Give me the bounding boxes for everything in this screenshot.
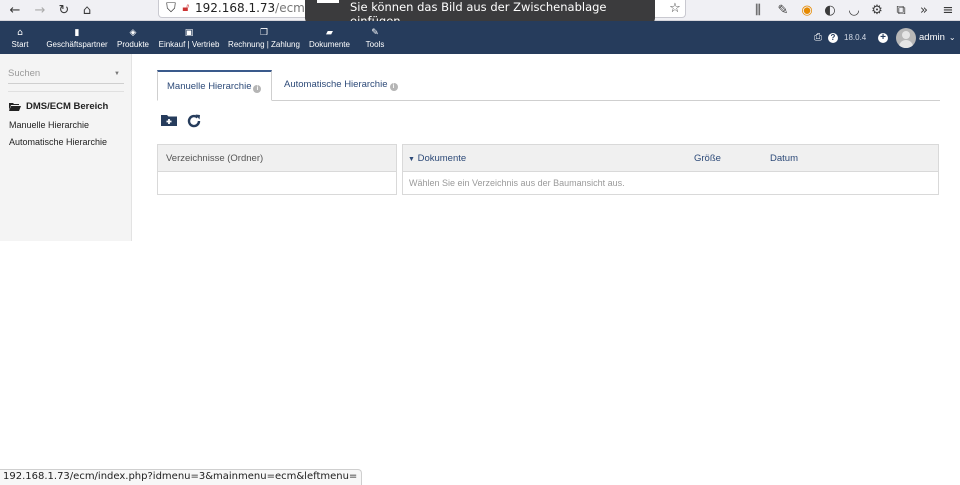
nav-label: Tools — [365, 40, 385, 49]
caret-down-icon: ▼ — [408, 156, 415, 163]
toast-mark — [317, 0, 339, 3]
nav-tools[interactable]: ✎ Tools — [365, 21, 385, 54]
print-icon[interactable]: ⎙ — [814, 21, 822, 54]
sidebar-section-label: DMS/ECM Bereich — [26, 101, 109, 112]
forward-icon[interactable]: → — [32, 2, 48, 18]
settings-gear-icon[interactable]: ⚙ — [869, 2, 885, 18]
link-status-bar: 192.168.1.73/ecm/index.php?idmenu=3&main… — [0, 469, 363, 485]
insecure-lock-icon: 🔓︎ — [182, 1, 190, 14]
wrench-icon: ✎ — [371, 28, 379, 38]
nav-einkauf-vertrieb[interactable]: ▣ Einkauf | Vertrieb — [157, 21, 221, 54]
help-icon[interactable]: ? — [828, 21, 838, 54]
caret-down-icon: ▼ — [114, 71, 120, 77]
overflow-chevrons-icon[interactable]: » — [916, 2, 932, 18]
avatar — [896, 27, 916, 48]
extensions-puzzle-icon[interactable]: ⧉ — [893, 2, 909, 18]
extension-badge-icon[interactable]: ◉ — [799, 2, 815, 18]
tab-label: Automatische Hierarchie — [284, 79, 388, 90]
reload-icon[interactable]: ↻ — [56, 2, 72, 18]
pocket-icon[interactable]: ◡ — [846, 2, 862, 18]
home-browser-icon[interactable]: ⌂ — [79, 2, 95, 18]
building-icon: ▮ — [74, 28, 80, 38]
divider — [8, 91, 124, 92]
nav-rechnung-zahlung[interactable]: ❐ Rechnung | Zahlung — [227, 21, 301, 54]
shield-icon: ⛉ — [166, 0, 176, 16]
ghostery-icon[interactable]: ◐ — [822, 2, 838, 18]
nav-start[interactable]: ⌂ Start — [9, 21, 31, 54]
info-icon: i — [253, 85, 262, 93]
documents-panel: ▼ Dokumente Größe Datum Wählen Sie ein V… — [402, 144, 939, 195]
user-name: admin — [919, 32, 945, 43]
info-icon: i — [389, 83, 398, 91]
menu-hamburger-icon[interactable]: ≡ — [940, 2, 956, 18]
home-icon: ⌂ — [17, 28, 23, 38]
bills-icon: ❐ — [259, 28, 269, 38]
sort-header-datum[interactable]: Datum — [770, 145, 798, 172]
user-menu[interactable]: admin ⌄ — [896, 21, 956, 54]
directory-panel-header: Verzeichnisse (Ordner) — [158, 145, 396, 172]
add-folder-button[interactable] — [161, 113, 177, 129]
refresh-button[interactable] — [186, 113, 202, 129]
nav-geschaeftspartner[interactable]: ▮ Geschäftspartner — [45, 21, 109, 54]
nav-label: Dokumente — [309, 40, 350, 49]
refresh-icon — [187, 114, 201, 128]
nav-label: Einkauf | Vertrieb — [158, 40, 220, 49]
documents-table-header: ▼ Dokumente Größe Datum — [403, 145, 938, 172]
cube-icon: ◈ — [129, 28, 137, 38]
sort-header-dokumente[interactable]: ▼ Dokumente — [408, 145, 466, 173]
sidebar-section-title: DMS/ECM Bereich — [9, 101, 108, 112]
extension-tool-icon[interactable]: ✎ — [775, 2, 791, 18]
empty-message: Wählen Sie ein Verzeichnis aus der Bauma… — [409, 178, 625, 188]
briefcase-icon: ▣ — [184, 28, 194, 38]
folder-open-icon — [9, 103, 21, 111]
search-select[interactable]: Suchen ▼ — [8, 68, 124, 84]
left-sidebar: Suchen ▼ DMS/ECM Bereich Manuelle Hierar… — [0, 54, 132, 241]
tab-bar: Manuelle Hierarchie i Automatische Hierar… — [157, 70, 940, 101]
nav-label: Start — [11, 40, 29, 49]
bookmark-star-icon[interactable]: ☆ — [667, 0, 683, 16]
nav-dokumente[interactable]: ▰ Dokumente — [308, 21, 351, 54]
nav-label: Geschäftspartner — [46, 40, 108, 49]
top-navigation: ⌂ Start ▮ Geschäftspartner ◈ Produkte ▣ … — [0, 21, 960, 54]
library-icon[interactable]: ⫼ — [750, 2, 766, 18]
search-placeholder: Suchen — [8, 68, 41, 79]
folder-open-icon: ▰ — [326, 28, 333, 38]
quick-add-icon[interactable]: + — [878, 21, 888, 54]
sidebar-item-manuelle-hierarchie[interactable]: Manuelle Hierarchie — [9, 120, 89, 130]
sidebar-item-automatische-hierarchie[interactable]: Automatische Hierarchie — [9, 137, 107, 147]
nav-label: Rechnung | Zahlung — [228, 40, 300, 49]
chevron-down-icon: ⌄ — [948, 33, 956, 42]
tab-manuelle-hierarchie[interactable]: Manuelle Hierarchie i — [157, 70, 272, 101]
directory-panel: Verzeichnisse (Ordner) — [157, 144, 397, 195]
nav-produkte[interactable]: ◈ Produkte — [116, 21, 150, 54]
nav-label: Produkte — [116, 40, 150, 49]
folder-plus-icon — [161, 115, 177, 126]
tab-automatische-hierarchie[interactable]: Automatische Hierarchie i — [275, 70, 405, 101]
version-label: 18.0.4 — [844, 33, 867, 42]
back-icon[interactable]: ← — [7, 2, 23, 18]
tab-label: Manuelle Hierarchie — [167, 81, 252, 92]
sort-header-groesse[interactable]: Größe — [694, 145, 721, 172]
column-label: Dokumente — [417, 153, 467, 164]
